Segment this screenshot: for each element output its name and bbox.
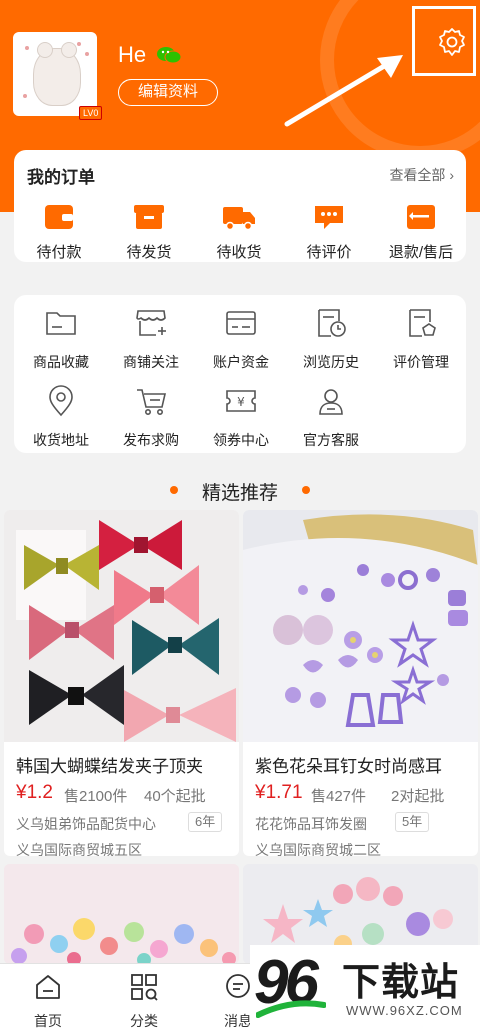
tool-favorites[interactable]: 商品收藏 [16,307,106,372]
product-min-order: 2对起批 [391,788,445,805]
tools-card: 商品收藏 商铺关注 账户资金 浏览历史 评价管理 收货地址 发布求购 ¥ 领券中… [14,295,466,453]
order-pending-payment[interactable]: 待付款 [14,202,104,262]
card-icon [226,311,256,335]
message-icon [226,974,250,998]
comment-icon [315,206,343,229]
svg-text:¥: ¥ [237,395,245,409]
wechat-icon [157,47,182,64]
tool-customer-service[interactable]: 官方客服 [286,385,376,450]
store-years-badge: 6年 [188,812,223,832]
bear-illustration [33,42,81,106]
watermark-text: 下载站 [342,962,460,1004]
product-sold: 售427件 [311,788,367,805]
orders-title: 我的订单 [27,168,95,187]
tool-history[interactable]: 浏览历史 [286,307,376,372]
product-location: 义乌国际商贸城五区 [16,842,142,856]
tool-coupon-center[interactable]: ¥ 领券中心 [196,385,286,450]
product-name: 韩国大蝴蝶结发夹子顶夹 [16,757,203,776]
shop-icon [136,310,166,336]
wallet-icon [45,205,73,229]
order-pending-receipt[interactable]: 待收货 [194,202,284,262]
coupon-icon: ¥ [226,390,256,412]
recommend-title: 精选推荐 [201,483,278,504]
product-store[interactable]: 花花饰品耳饰发圈 [255,814,367,834]
order-refund[interactable]: 退款/售后 [376,202,466,262]
product-card-bows[interactable]: 韩国大蝴蝶结发夹子顶夹 ¥1.2 售2100件 40个起批 义乌姐弟饰品配货中心… [4,510,239,856]
product-sold: 售2100件 [64,788,128,805]
pointer-arrow-icon [284,55,403,127]
location-icon [49,385,73,417]
username: He [118,42,147,67]
tool-post-request[interactable]: 发布求购 [106,385,196,450]
folder-icon [46,312,76,335]
orders-card: 我的订单 查看全部 › 待付款 待发货 待收货 待评价 退款/售后 [14,150,466,262]
view-all-orders-link[interactable]: 查看全部 › [389,165,454,185]
tab-category[interactable]: 分类 [104,972,184,1029]
product-location: 义乌国际商贸城二区 [255,842,381,856]
tool-account-funds[interactable]: 账户资金 [196,307,286,372]
product-image-earrings [243,510,478,742]
product-image-bows [4,510,239,742]
service-icon [319,389,343,415]
box-icon [134,205,164,229]
order-pending-shipment[interactable]: 待发货 [104,202,194,262]
product-store[interactable]: 义乌姐弟饰品配货中心 [16,814,156,834]
heading-dot-right [302,486,310,494]
review-icon [409,309,436,337]
refund-icon [407,205,435,229]
category-icon [131,974,158,1001]
truck-icon [223,207,255,231]
tab-home[interactable]: 首页 [8,972,88,1029]
gear-icon[interactable] [437,27,467,57]
tool-review-manage[interactable]: 评价管理 [376,307,466,372]
product-card-candy[interactable] [4,864,239,964]
order-pending-review[interactable]: 待评价 [284,202,374,262]
site-watermark: 96 下载站 WWW.96XZ.COM [250,945,480,1029]
level-badge: LV0 [79,106,103,120]
tool-address[interactable]: 收货地址 [16,385,106,450]
product-price: ¥1.71 [255,782,303,803]
home-icon [36,975,60,999]
edit-profile-button[interactable]: 编辑资料 [118,79,218,106]
avatar[interactable] [13,32,97,116]
product-card-earrings[interactable]: 紫色花朵耳钉女时尚感耳 ¥1.71 售427件 2对起批 花花饰品耳饰发圈 5年… [243,510,478,856]
cart-icon [137,389,167,415]
history-icon [318,309,346,337]
watermark-swoosh-icon [256,1000,326,1018]
tool-shop-follow[interactable]: 商铺关注 [106,307,196,372]
product-price: ¥1.2 [16,782,53,803]
store-years-badge: 5年 [395,812,430,832]
product-name: 紫色花朵耳钉女时尚感耳 [255,757,442,776]
product-min-order: 40个起批 [144,788,206,805]
watermark-url: WWW.96XZ.COM [346,1003,463,1018]
